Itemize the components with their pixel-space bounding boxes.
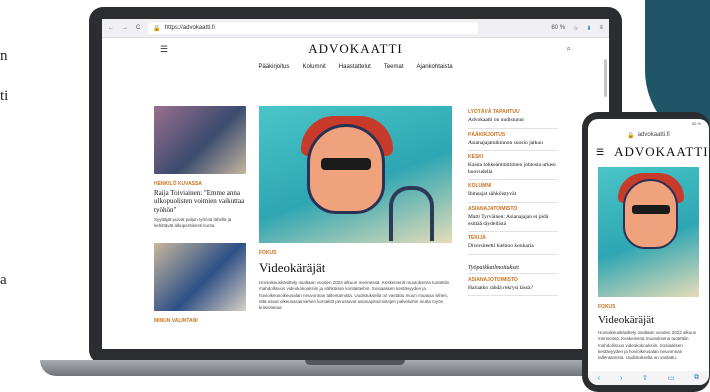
phone-status-bar: 50 %: [588, 119, 709, 129]
item-kicker: ASIANAJATOIMISTO: [468, 205, 518, 212]
reload-icon[interactable]: C: [136, 25, 140, 31]
phone-frame: 50 % 🔒 advokaatti.fi ☰ ADVOKAATTI FOKUS …: [582, 112, 710, 392]
edge-text-3: a: [0, 272, 7, 288]
story-kicker[interactable]: MINUN VALINTANI: [154, 318, 246, 324]
story-photo[interactable]: [154, 243, 246, 312]
nav-item[interactable]: Teemat: [384, 64, 404, 70]
browser-toolbar: ← → C 🔒 https://advokaatti.fi 80 % ☆ ⬇ ≡: [102, 19, 609, 38]
battery-level: 50 %: [691, 121, 701, 126]
item-kicker: PÄÄKIRJOITUS: [468, 131, 506, 138]
nav-item[interactable]: Haastattelut: [339, 64, 371, 70]
forward-icon[interactable]: ›: [620, 375, 622, 382]
star-icon[interactable]: ☆: [573, 25, 578, 32]
hamburger-icon[interactable]: ☰: [596, 147, 604, 158]
item-title[interactable]: Ihmeajat sähköistyvät: [468, 191, 558, 198]
nav-item[interactable]: Ajankohtaista: [417, 64, 453, 70]
item-title[interactable]: Diversiteetti kiehtoo konkaria: [468, 243, 558, 250]
phone-header: ☰ ADVOKAATTI: [588, 141, 709, 163]
nav-item[interactable]: Pääkirjoitus: [258, 64, 289, 70]
main-text: Hovioikeuskäsittely osaltaan vuoden 2023…: [259, 280, 450, 311]
hamburger-icon[interactable]: ☰: [160, 44, 168, 55]
edge-text-1: n: [0, 48, 8, 64]
story-title[interactable]: Raija Toiviainen: "Emme anna ulkopuolist…: [154, 189, 246, 214]
phone-url: advokaatti.fi: [637, 132, 670, 138]
menu-icon[interactable]: ≡: [599, 25, 603, 31]
scrollbar[interactable]: [604, 59, 607, 97]
lock-icon: 🔒: [627, 132, 635, 139]
phone-story: FOKUS Videokäräjät Hovioikeuskäsittely o…: [588, 304, 709, 361]
laptop-frame: ← → C 🔒 https://advokaatti.fi 80 % ☆ ⬇ ≡…: [89, 7, 622, 364]
phone-screen: 50 % 🔒 advokaatti.fi ☰ ADVOKAATTI FOKUS …: [588, 119, 709, 385]
nav-item[interactable]: Kolumnit: [302, 64, 325, 70]
list-item[interactable]: KOLUMNI Ihmeajat sähköistyvät: [468, 180, 558, 203]
main-kicker[interactable]: FOKUS: [259, 250, 452, 256]
search-icon[interactable]: ⌕: [567, 44, 571, 54]
main-story: FOKUS Videokäräjät Hovioikeuskäsittely o…: [259, 106, 452, 311]
list-item[interactable]: LYÖTÄVÄ TAPAHTUU Advokaatti on uudistunu…: [468, 106, 558, 129]
story-kicker[interactable]: HENKILÖ KUVASSA: [154, 181, 246, 187]
phone-toolbar: ‹ › ⇧ ▭ ⧉: [588, 371, 709, 385]
bookmarks-icon[interactable]: ▭: [668, 374, 675, 382]
tabs-icon[interactable]: ⧉: [694, 374, 699, 382]
back-icon[interactable]: ←: [108, 25, 114, 31]
main-nav: Pääkirjoitus Kolumnit Haastattelut Teema…: [102, 60, 609, 74]
list-item[interactable]: ASIANAJATOIMISTO Matti Tyrväinen: Asiana…: [468, 203, 558, 233]
list-item[interactable]: TEKIJÄ Diversiteetti kiehtoo konkaria: [468, 232, 558, 255]
edge-text-2: ti: [0, 88, 9, 104]
address-bar[interactable]: 🔒 https://advokaatti.fi: [148, 22, 479, 34]
share-icon[interactable]: ⇧: [642, 374, 648, 382]
item-kicker: ASIANAJOTOIMISTO: [468, 276, 518, 283]
site-logo[interactable]: ADVOKAATTI: [308, 41, 403, 57]
laptop-screen: ← → C 🔒 https://advokaatti.fi 80 % ☆ ⬇ ≡…: [102, 19, 609, 349]
item-title[interactable]: Matti Tyrväinen: Asianajajan ei pidä esi…: [468, 214, 558, 227]
site-header: ☰ ADVOKAATTI ⌕: [102, 38, 609, 60]
forward-icon[interactable]: →: [122, 25, 128, 31]
phone-address-bar[interactable]: 🔒 advokaatti.fi: [588, 129, 709, 141]
story-text: Syyttäjät puivat paljon työnsä lähellä j…: [154, 217, 232, 229]
laptop-notch: [305, 360, 405, 365]
hero-illustration[interactable]: [259, 106, 452, 243]
section-header[interactable]: Työpaikkailmoitukset: [468, 265, 558, 274]
back-icon[interactable]: ‹: [598, 375, 600, 382]
phone-logo[interactable]: ADVOKAATTI: [614, 144, 709, 160]
left-column: HENKILÖ KUVASSA Raija Toiviainen: "Emme …: [154, 106, 246, 324]
phone-kicker[interactable]: FOKUS: [598, 304, 699, 310]
phone-text: Hovioikeuskäsittely osaltaan vuoden 2023…: [598, 330, 697, 361]
download-icon[interactable]: ⬇: [586, 25, 591, 32]
item-title[interactable]: Asianajajatutkinnon suosio jatkuu: [468, 140, 558, 147]
list-item[interactable]: PÄÄKIRJOITUS Asianajajatutkinnon suosio …: [468, 129, 558, 152]
lock-icon: 🔒: [153, 25, 161, 32]
item-title[interactable]: Advokaatti on uudistunut: [468, 117, 558, 124]
item-title[interactable]: Haluatko rähdä rekrysi tässä?: [468, 285, 558, 292]
url-text: https://advokaatti.fi: [164, 25, 215, 31]
main-title[interactable]: Videokäräjät: [259, 260, 452, 276]
zoom-level[interactable]: 80 %: [551, 25, 565, 31]
phone-hero-illustration[interactable]: [598, 167, 699, 297]
phone-title[interactable]: Videokäräjät: [598, 314, 699, 326]
story-photo[interactable]: [154, 106, 246, 174]
list-item[interactable]: KESKI Kaista lohkeämmittimen johtosta ur…: [468, 151, 558, 181]
item-title[interactable]: Kaista lohkeämmittimen johtosta urkesi h…: [468, 162, 558, 175]
item-kicker: KOLUMNI: [468, 183, 492, 190]
item-kicker: LYÖTÄVÄ TAPAHTUU: [468, 109, 520, 115]
item-kicker: TEKIJÄ: [468, 235, 486, 242]
list-item[interactable]: ASIANAJOTOIMISTO Haluatko rähdä rekrysi …: [468, 274, 558, 297]
right-column: LYÖTÄVÄ TAPAHTUU Advokaatti on uudistunu…: [468, 106, 558, 297]
item-kicker: KESKI: [468, 154, 484, 161]
